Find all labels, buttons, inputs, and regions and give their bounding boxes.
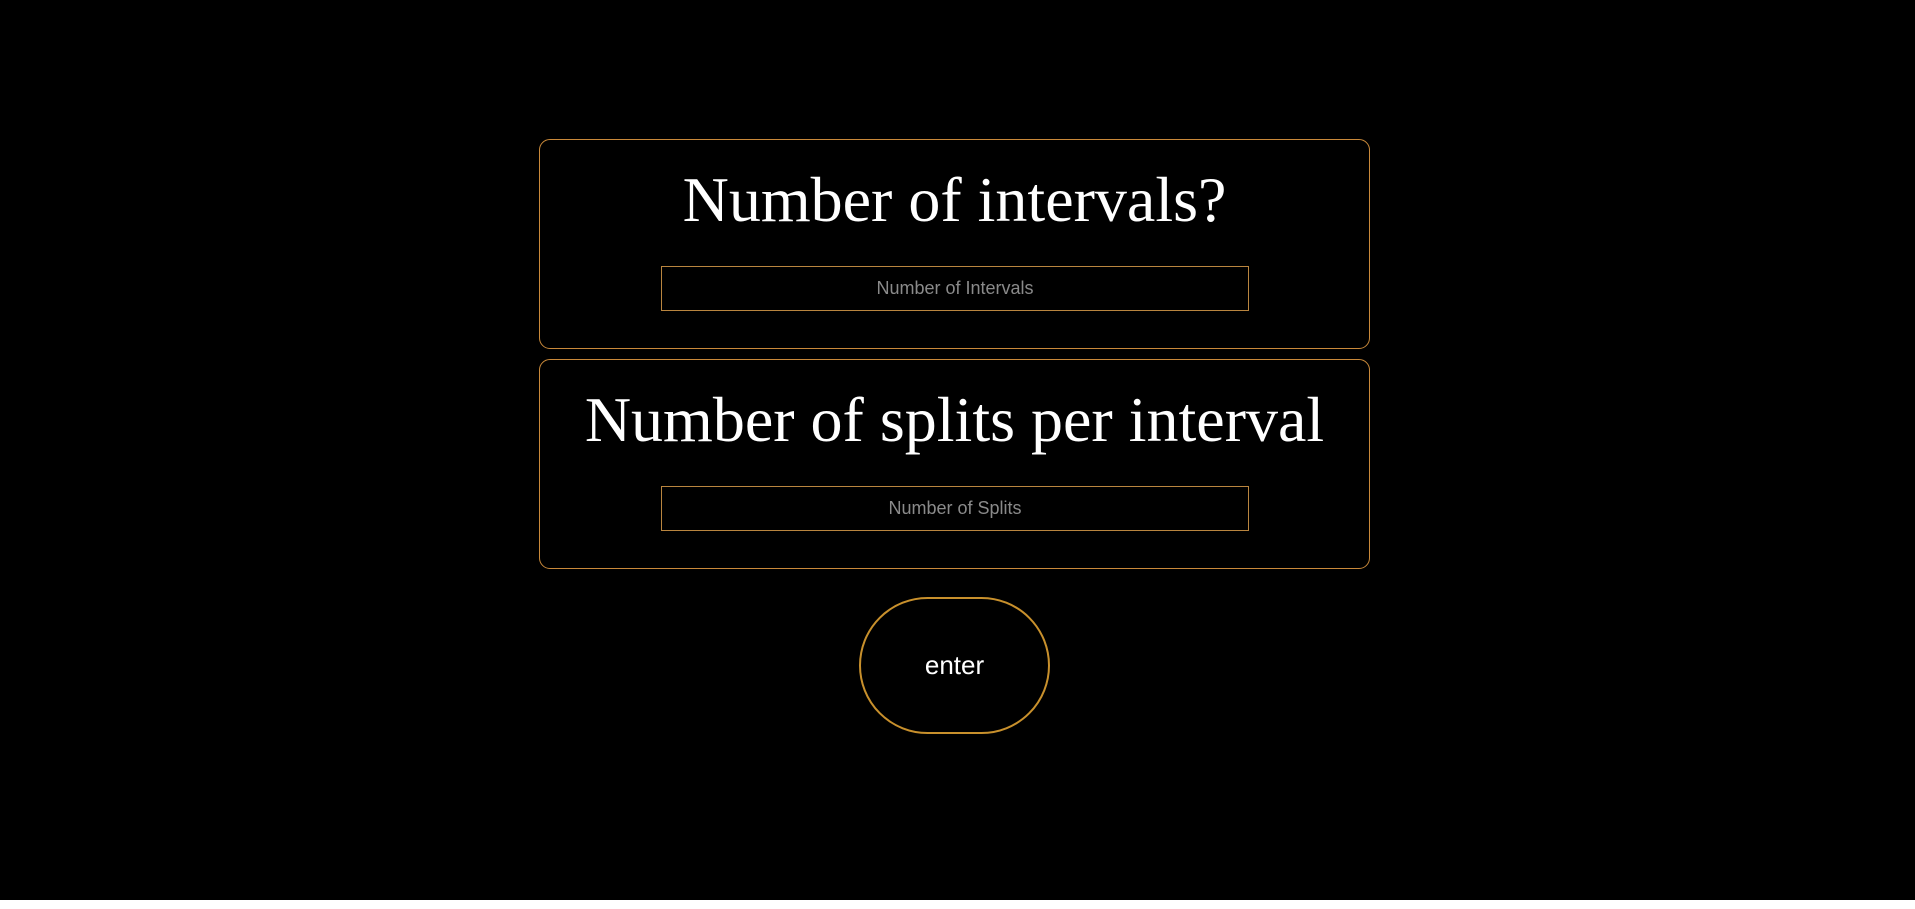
enter-button[interactable]: enter [859, 597, 1050, 734]
intervals-title: Number of intervals? [682, 164, 1227, 235]
bottom-edge [0, 900, 1915, 909]
intervals-input[interactable] [661, 266, 1249, 311]
intervals-card: Number of intervals? [539, 139, 1370, 349]
splits-title: Number of splits per interval [584, 384, 1325, 455]
splits-card: Number of splits per interval [539, 359, 1370, 569]
page-background: Number of intervals? Number of splits pe… [0, 0, 1915, 900]
splits-input[interactable] [661, 486, 1249, 531]
